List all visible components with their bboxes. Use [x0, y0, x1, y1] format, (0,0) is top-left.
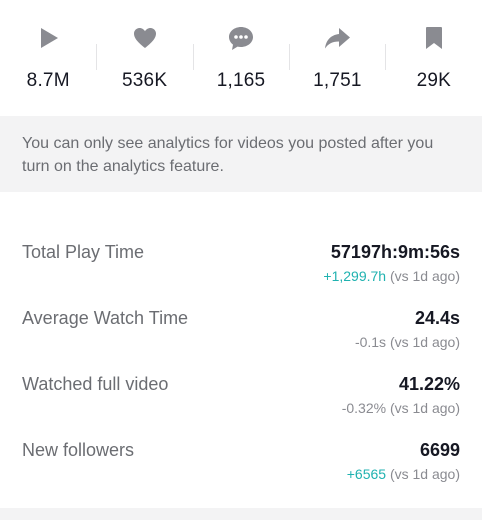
metric-label: Watched full video: [22, 374, 169, 394]
play-icon: [34, 24, 62, 52]
delta-suffix: (vs 1d ago): [386, 466, 460, 482]
metric-value: 6699: [419, 440, 460, 460]
metric-new-followers: New followers 6699 +6565 (vs 1d ago): [0, 420, 482, 482]
stat-shares: 1,751: [289, 0, 385, 112]
comments-count: 1,165: [216, 70, 266, 91]
stat-likes: 536K: [96, 0, 192, 112]
shares-count: 1,751: [313, 70, 362, 91]
metric-total-play-time: Total Play Time 57197h:9m:56s +1,299.7h …: [0, 222, 482, 284]
metric-label: Average Watch Time: [22, 308, 189, 328]
delta-positive: +1,299.7h: [323, 268, 387, 284]
metric-value: 41.22%: [398, 374, 460, 394]
saves-count: 29K: [416, 70, 452, 91]
metric-label: New followers: [22, 440, 135, 460]
stat-divider: [289, 44, 290, 70]
likes-count: 536K: [122, 70, 168, 91]
stat-plays: 8.7M: [0, 0, 96, 112]
metric-value: 57197h:9m:56s: [330, 242, 460, 262]
stat-comments: 1,165: [193, 0, 289, 112]
metric-label: Total Play Time: [22, 242, 145, 262]
delta-suffix: (vs 1d ago): [386, 268, 460, 284]
stat-divider: [385, 44, 386, 70]
heart-icon: [131, 24, 159, 52]
metric-delta: -0.1s (vs 1d ago): [354, 334, 460, 350]
metric-value: 24.4s: [414, 308, 460, 328]
metric-average-watch-time: Average Watch Time 24.4s -0.1s (vs 1d ag…: [0, 288, 482, 350]
comment-icon: [227, 24, 255, 52]
metric-delta: +6565 (vs 1d ago): [347, 466, 460, 482]
engagement-stats-row: 8.7M 536K 1,165 1,751 29K: [0, 0, 482, 112]
share-icon: [323, 24, 351, 52]
metric-delta: +1,299.7h (vs 1d ago): [323, 268, 460, 284]
metric-watched-full-video: Watched full video 41.22% -0.32% (vs 1d …: [0, 354, 482, 416]
stat-saves: 29K: [386, 0, 482, 112]
stat-divider: [193, 44, 194, 70]
analytics-notice: You can only see analytics for videos yo…: [0, 116, 482, 192]
section-separator: [0, 508, 482, 520]
plays-count: 8.7M: [26, 70, 70, 91]
stat-divider: [96, 44, 97, 70]
metric-delta: -0.32% (vs 1d ago): [341, 400, 460, 416]
bookmark-icon: [420, 24, 448, 52]
delta-positive: +6565: [346, 466, 387, 482]
